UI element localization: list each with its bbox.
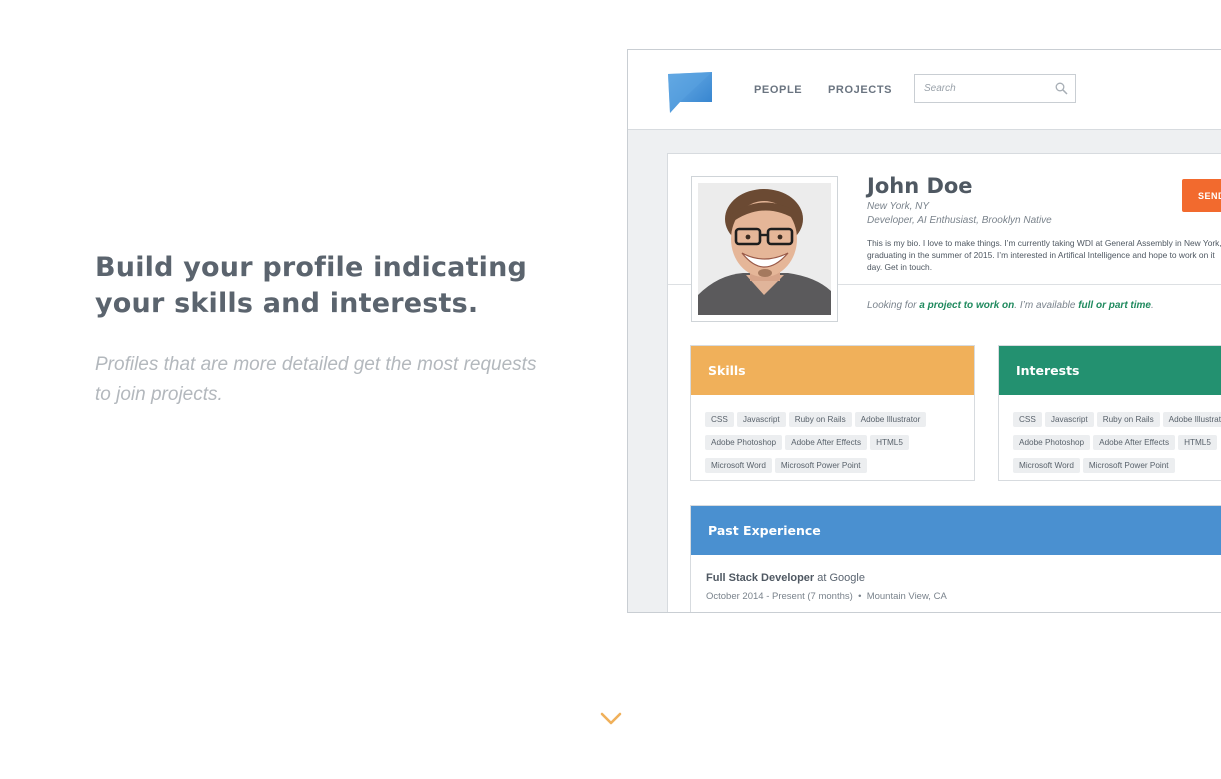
availability-prefix: Looking for bbox=[867, 300, 920, 311]
job-role: Full Stack Developer bbox=[706, 572, 815, 584]
skill-tag[interactable]: Microsoft Word bbox=[705, 458, 772, 473]
skill-tag[interactable]: Adobe After Effects bbox=[785, 435, 868, 450]
avatar-frame bbox=[691, 176, 838, 322]
interest-tag[interactable]: CSS bbox=[1013, 412, 1042, 427]
interest-tag[interactable]: Javascript bbox=[1044, 412, 1094, 427]
profile-bio: This is my bio. I love to make things. I… bbox=[867, 237, 1221, 273]
avatar bbox=[698, 183, 831, 315]
job-company: at Google bbox=[814, 572, 865, 584]
send-button[interactable]: SEND bbox=[1182, 179, 1221, 212]
interests-title: Interests bbox=[999, 346, 1221, 395]
job-meta: October 2014 - Present (7 months) • Moun… bbox=[706, 591, 947, 602]
skill-tag[interactable]: Adobe Illustrator bbox=[854, 412, 927, 427]
skills-tags: CSS Javascript Ruby on Rails Adobe Illustra… bbox=[691, 395, 966, 478]
skills-panel: Skills CSS Javascript Ruby on Rails Adobe I… bbox=[690, 345, 975, 481]
interests-panel: Interests CSS Javascript Ruby on Rails Adob… bbox=[998, 345, 1221, 481]
interest-tag[interactable]: HTML5 bbox=[1178, 435, 1217, 450]
top-nav-bar: PEOPLE PROJECTS bbox=[628, 50, 1221, 130]
interests-tags: CSS Javascript Ruby on Rails Adobe Illustra… bbox=[999, 395, 1221, 478]
availability-project-link[interactable]: a project to work on bbox=[919, 300, 1014, 311]
job-location: Mountain View, CA bbox=[866, 591, 947, 602]
experience-panel: Past Experience Full Stack Developer at … bbox=[690, 505, 1221, 612]
interest-tag[interactable]: Ruby on Rails bbox=[1096, 412, 1160, 427]
nav-projects[interactable]: PROJECTS bbox=[828, 84, 892, 96]
logo-icon[interactable] bbox=[668, 72, 714, 114]
profile-name: John Doe bbox=[867, 174, 973, 198]
skill-tag[interactable]: CSS bbox=[705, 412, 734, 427]
chevron-down-icon[interactable] bbox=[599, 709, 623, 727]
search-box bbox=[914, 74, 1076, 103]
skill-tag[interactable]: Javascript bbox=[736, 412, 786, 427]
skill-tag[interactable]: Adobe Photoshop bbox=[705, 435, 783, 450]
hero-subtitle: Profiles that are more detailed get the … bbox=[95, 354, 537, 405]
interest-tag[interactable]: Adobe After Effects bbox=[1093, 435, 1176, 450]
skill-tag[interactable]: Microsoft Power Point bbox=[774, 458, 867, 473]
nav-people[interactable]: PEOPLE bbox=[754, 84, 802, 96]
job-dates: October 2014 - Present (7 months) bbox=[706, 591, 853, 602]
interest-tag[interactable]: Microsoft Word bbox=[1013, 458, 1080, 473]
hero-title: Build your profile indicating your skill… bbox=[95, 252, 528, 319]
search-icon[interactable] bbox=[1055, 82, 1068, 95]
availability-time-link[interactable]: full or part time bbox=[1078, 300, 1151, 311]
experience-title: Past Experience bbox=[691, 506, 1221, 555]
interest-tag[interactable]: Adobe Photoshop bbox=[1013, 435, 1091, 450]
interest-tag[interactable]: Adobe Illustrator bbox=[1162, 412, 1221, 427]
availability-text: Looking for a project to work on. I’m av… bbox=[867, 300, 1154, 311]
skill-tag[interactable]: Ruby on Rails bbox=[788, 412, 852, 427]
profile-card: John Doe New York, NY Developer, AI Enth… bbox=[667, 153, 1221, 612]
availability-suffix: . bbox=[1151, 300, 1154, 311]
availability-middle: . I’m available bbox=[1014, 300, 1079, 311]
profile-location: New York, NY bbox=[867, 201, 930, 212]
skill-tag[interactable]: HTML5 bbox=[870, 435, 909, 450]
skills-title: Skills bbox=[691, 346, 974, 395]
job-title: Full Stack Developer at Google bbox=[706, 572, 865, 584]
bio-line: day. Get in touch. bbox=[867, 262, 933, 272]
interest-tag[interactable]: Microsoft Power Point bbox=[1082, 458, 1175, 473]
profile-mockup: PEOPLE PROJECTS Search John Doe New York… bbox=[627, 49, 1221, 613]
profile-tagline: Developer, AI Enthusiast, Brooklyn Nativ… bbox=[867, 215, 1052, 226]
bio-line: This is my bio. I love to make things. I… bbox=[867, 238, 1221, 248]
search-input[interactable] bbox=[915, 75, 1045, 102]
bio-line: graduating in the summer of 2015. I’m in… bbox=[867, 250, 1215, 260]
